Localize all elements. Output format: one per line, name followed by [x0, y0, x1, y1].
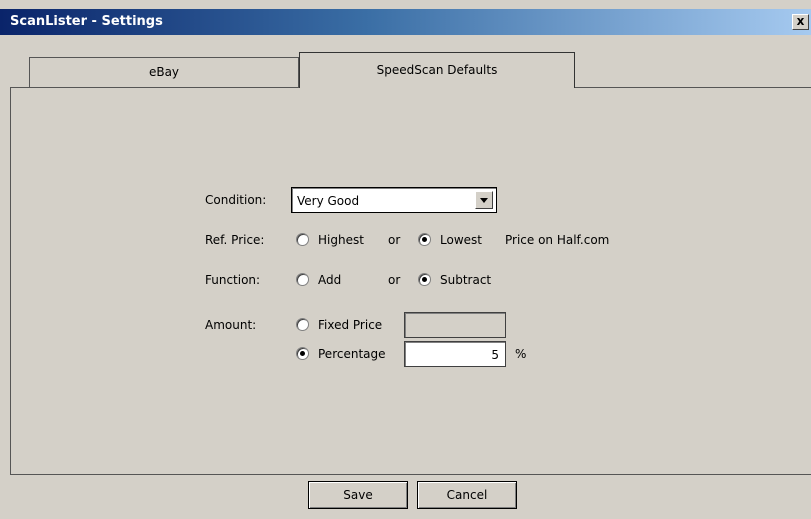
radio-fixed-price-label: Fixed Price [318, 318, 383, 332]
fixed-price-input[interactable] [404, 312, 506, 338]
percentage-value: 5 [491, 348, 499, 362]
chevron-down-icon[interactable] [475, 191, 493, 209]
ref-price-suffix: Price on Half.com [505, 233, 610, 247]
radio-subtract-label: Subtract [440, 273, 492, 287]
ref-price-label: Ref. Price: [205, 233, 265, 247]
window-title: ScanLister - Settings [10, 14, 163, 29]
close-icon: x [796, 14, 805, 28]
function-label: Function: [205, 273, 261, 287]
radio-lowest-label: Lowest [440, 233, 482, 247]
save-button[interactable]: Save [308, 481, 408, 509]
close-button[interactable]: x [792, 14, 809, 30]
save-button-label: Save [343, 488, 373, 502]
amount-label: Amount: [205, 318, 257, 332]
tab-panel [10, 87, 811, 475]
tab-speedscan-defaults[interactable]: SpeedScan Defaults [299, 52, 575, 88]
cancel-button[interactable]: Cancel [417, 481, 517, 509]
radio-lowest[interactable] [418, 233, 431, 246]
radio-fixed-price[interactable] [296, 318, 309, 331]
radio-percentage-label: Percentage [318, 347, 386, 361]
title-bar[interactable]: ScanLister - Settings x [0, 9, 811, 35]
radio-add-label: Add [318, 273, 342, 287]
percent-sign: % [515, 347, 527, 361]
function-or: or [388, 273, 401, 287]
tab-ebay-label: eBay [148, 65, 180, 79]
radio-add[interactable] [296, 273, 309, 286]
radio-percentage[interactable] [296, 347, 309, 360]
condition-label: Condition: [205, 193, 267, 207]
tab-speedscan-label: SpeedScan Defaults [376, 63, 498, 77]
radio-subtract[interactable] [418, 273, 431, 286]
condition-dropdown[interactable]: Very Good [291, 187, 497, 213]
cancel-button-label: Cancel [446, 488, 488, 502]
condition-value: Very Good [297, 194, 360, 208]
settings-window: ScanLister - Settings x eBay SpeedScan D… [0, 0, 811, 519]
radio-highest[interactable] [296, 233, 309, 246]
percentage-input[interactable]: 5 [404, 341, 506, 367]
tab-ebay[interactable]: eBay [29, 57, 299, 87]
ref-price-or: or [388, 233, 401, 247]
radio-highest-label: Highest [318, 233, 364, 247]
